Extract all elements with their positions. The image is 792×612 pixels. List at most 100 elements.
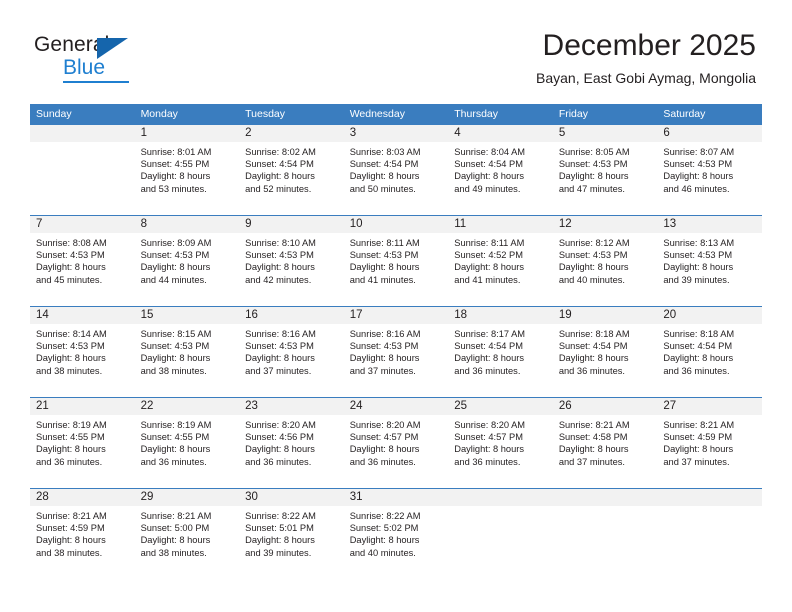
day-number: 19 bbox=[552, 307, 658, 324]
calendar-grid: Sunday Monday Tuesday Wednesday Thursday… bbox=[30, 104, 762, 579]
day-cell[interactable]: 19 Sunrise: 8:18 AM Sunset: 4:54 PM Dayl… bbox=[552, 306, 658, 398]
sunrise-text: Sunrise: 8:08 AM bbox=[36, 238, 107, 248]
sunrise-text: Sunrise: 8:18 AM bbox=[558, 329, 630, 339]
day-cell[interactable]: 26 Sunrise: 8:21 AM Sunset: 4:58 PM Dayl… bbox=[552, 397, 658, 489]
day-number: 18 bbox=[448, 307, 553, 324]
sunset-text: Sunset: 4:52 PM bbox=[454, 250, 523, 261]
sunset-text: Sunset: 4:53 PM bbox=[349, 341, 419, 352]
daylight-text: Daylight: 8 hours bbox=[349, 171, 420, 182]
sunrise-text: Sunrise: 8:11 AM bbox=[454, 238, 525, 248]
day-cell[interactable]: 13 Sunrise: 8:13 AM Sunset: 4:53 PM Dayl… bbox=[657, 215, 762, 307]
daylight-text: Daylight: 8 hours bbox=[245, 262, 315, 273]
day-cell[interactable]: 28 Sunrise: 8:21 AM Sunset: 4:59 PM Dayl… bbox=[30, 488, 135, 579]
daylight-text: Daylight: 8 hours bbox=[36, 444, 106, 455]
week-row: 7 Sunrise: 8:08 AM Sunset: 4:53 PM Dayli… bbox=[30, 215, 762, 307]
day-cell[interactable]: 14 Sunrise: 8:14 AM Sunset: 4:53 PM Dayl… bbox=[30, 306, 135, 398]
daylight-text: Daylight: 8 hours bbox=[558, 262, 629, 273]
day-number: 1 bbox=[134, 125, 240, 142]
daylight-text-cont: and 37 minutes. bbox=[245, 365, 312, 376]
day-cell[interactable]: 16 Sunrise: 8:16 AM Sunset: 4:53 PM Dayl… bbox=[239, 306, 344, 398]
sunrise-text: Sunrise: 8:03 AM bbox=[349, 147, 421, 157]
day-cell[interactable]: 21 Sunrise: 8:19 AM Sunset: 4:55 PM Dayl… bbox=[30, 397, 135, 489]
daylight-text-cont: and 36 minutes. bbox=[454, 365, 521, 376]
day-cell[interactable]: 11 Sunrise: 8:11 AM Sunset: 4:52 PM Dayl… bbox=[448, 215, 553, 307]
sunrise-text: Sunrise: 8:05 AM bbox=[558, 147, 630, 157]
sunset-text: Sunset: 4:55 PM bbox=[140, 159, 210, 170]
day-cell[interactable]: 31 Sunrise: 8:22 AM Sunset: 5:02 PM Dayl… bbox=[343, 488, 449, 579]
week-row: 1 Sunrise: 8:01 AM Sunset: 4:55 PM Dayli… bbox=[30, 125, 762, 216]
daylight-text-cont: and 40 minutes. bbox=[349, 547, 416, 558]
weekday-header-sunday: Sunday bbox=[30, 104, 135, 125]
day-number: 8 bbox=[134, 216, 240, 233]
sunrise-text: Sunrise: 8:07 AM bbox=[663, 147, 735, 157]
sunset-text: Sunset: 4:53 PM bbox=[663, 250, 733, 261]
daylight-text-cont: and 50 minutes. bbox=[349, 183, 416, 194]
daylight-text-cont: and 38 minutes. bbox=[140, 365, 207, 376]
sunrise-text: Sunrise: 8:21 AM bbox=[663, 420, 735, 430]
day-cell[interactable]: 6 Sunrise: 8:07 AM Sunset: 4:53 PM Dayli… bbox=[657, 125, 762, 216]
day-cell[interactable]: 5 Sunrise: 8:05 AM Sunset: 4:53 PM Dayli… bbox=[552, 125, 658, 216]
day-cell[interactable]: 4 Sunrise: 8:04 AM Sunset: 4:54 PM Dayli… bbox=[448, 125, 553, 216]
week-row: 28 Sunrise: 8:21 AM Sunset: 4:59 PM Dayl… bbox=[30, 488, 762, 579]
daylight-text-cont: and 41 minutes. bbox=[454, 274, 521, 285]
weekday-header-friday: Friday bbox=[552, 104, 658, 125]
day-cell[interactable]: 22 Sunrise: 8:19 AM Sunset: 4:55 PM Dayl… bbox=[134, 397, 240, 489]
calendar-body: 1 Sunrise: 8:01 AM Sunset: 4:55 PM Dayli… bbox=[30, 125, 762, 579]
day-cell[interactable]: 18 Sunrise: 8:17 AM Sunset: 4:54 PM Dayl… bbox=[448, 306, 553, 398]
day-cell[interactable]: 27 Sunrise: 8:21 AM Sunset: 4:59 PM Dayl… bbox=[657, 397, 762, 489]
sunrise-text: Sunrise: 8:01 AM bbox=[140, 147, 212, 157]
sunrise-text: Sunrise: 8:20 AM bbox=[454, 420, 526, 430]
day-number: 5 bbox=[552, 125, 658, 142]
day-cell[interactable]: 3 Sunrise: 8:03 AM Sunset: 4:54 PM Dayli… bbox=[343, 125, 449, 216]
daylight-text-cont: and 36 minutes. bbox=[140, 456, 207, 467]
sunrise-text: Sunrise: 8:17 AM bbox=[454, 329, 526, 339]
daylight-text-cont: and 37 minutes. bbox=[349, 365, 416, 376]
day-number: 14 bbox=[30, 307, 135, 324]
sunrise-text: Sunrise: 8:16 AM bbox=[245, 329, 316, 339]
day-number: 9 bbox=[239, 216, 344, 233]
sunset-text: Sunset: 4:53 PM bbox=[245, 341, 314, 352]
general-blue-logo: General Blue bbox=[34, 33, 164, 83]
sunset-text: Sunset: 4:53 PM bbox=[558, 159, 628, 170]
daylight-text: Daylight: 8 hours bbox=[349, 444, 420, 455]
sunrise-text: Sunrise: 8:19 AM bbox=[36, 420, 107, 430]
daylight-text: Daylight: 8 hours bbox=[454, 444, 525, 455]
day-number bbox=[552, 489, 658, 506]
day-number: 25 bbox=[448, 398, 553, 415]
day-number: 24 bbox=[343, 398, 449, 415]
sunrise-text: Sunrise: 8:02 AM bbox=[245, 147, 316, 157]
day-cell[interactable]: 1 Sunrise: 8:01 AM Sunset: 4:55 PM Dayli… bbox=[134, 125, 240, 216]
daylight-text-cont: and 36 minutes. bbox=[36, 456, 103, 467]
day-cell[interactable]: 29 Sunrise: 8:21 AM Sunset: 5:00 PM Dayl… bbox=[134, 488, 240, 579]
day-number: 2 bbox=[239, 125, 344, 142]
daylight-text-cont: and 49 minutes. bbox=[454, 183, 521, 194]
day-cell[interactable]: 10 Sunrise: 8:11 AM Sunset: 4:53 PM Dayl… bbox=[343, 215, 449, 307]
day-cell[interactable]: 8 Sunrise: 8:09 AM Sunset: 4:53 PM Dayli… bbox=[134, 215, 240, 307]
day-cell[interactable]: 24 Sunrise: 8:20 AM Sunset: 4:57 PM Dayl… bbox=[343, 397, 449, 489]
day-cell[interactable]: 15 Sunrise: 8:15 AM Sunset: 4:53 PM Dayl… bbox=[134, 306, 240, 398]
sunset-text: Sunset: 4:57 PM bbox=[454, 432, 523, 443]
day-number: 12 bbox=[552, 216, 658, 233]
daylight-text-cont: and 36 minutes. bbox=[663, 365, 730, 376]
day-cell[interactable]: 30 Sunrise: 8:22 AM Sunset: 5:01 PM Dayl… bbox=[239, 488, 344, 579]
day-cell[interactable]: 25 Sunrise: 8:20 AM Sunset: 4:57 PM Dayl… bbox=[448, 397, 553, 489]
weekday-header-thursday: Thursday bbox=[448, 104, 553, 125]
day-cell[interactable]: 9 Sunrise: 8:10 AM Sunset: 4:53 PM Dayli… bbox=[239, 215, 344, 307]
sunset-text: Sunset: 4:53 PM bbox=[558, 250, 628, 261]
sunrise-text: Sunrise: 8:20 AM bbox=[245, 420, 316, 430]
daylight-text-cont: and 41 minutes. bbox=[349, 274, 416, 285]
day-cell[interactable]: 17 Sunrise: 8:16 AM Sunset: 4:53 PM Dayl… bbox=[343, 306, 449, 398]
day-cell bbox=[448, 488, 553, 579]
calendar-page: General Blue December 2025 Bayan, East G… bbox=[0, 0, 792, 612]
daylight-text: Daylight: 8 hours bbox=[245, 353, 315, 364]
sunrise-text: Sunrise: 8:16 AM bbox=[349, 329, 421, 339]
day-cell[interactable]: 2 Sunrise: 8:02 AM Sunset: 4:54 PM Dayli… bbox=[239, 125, 344, 216]
daylight-text-cont: and 44 minutes. bbox=[140, 274, 207, 285]
day-cell[interactable]: 20 Sunrise: 8:18 AM Sunset: 4:54 PM Dayl… bbox=[657, 306, 762, 398]
day-number: 11 bbox=[448, 216, 553, 233]
day-cell[interactable]: 7 Sunrise: 8:08 AM Sunset: 4:53 PM Dayli… bbox=[30, 215, 135, 307]
day-cell[interactable]: 12 Sunrise: 8:12 AM Sunset: 4:53 PM Dayl… bbox=[552, 215, 658, 307]
sunset-text: Sunset: 4:57 PM bbox=[349, 432, 419, 443]
day-cell[interactable]: 23 Sunrise: 8:20 AM Sunset: 4:56 PM Dayl… bbox=[239, 397, 344, 489]
daylight-text-cont: and 36 minutes. bbox=[558, 365, 625, 376]
